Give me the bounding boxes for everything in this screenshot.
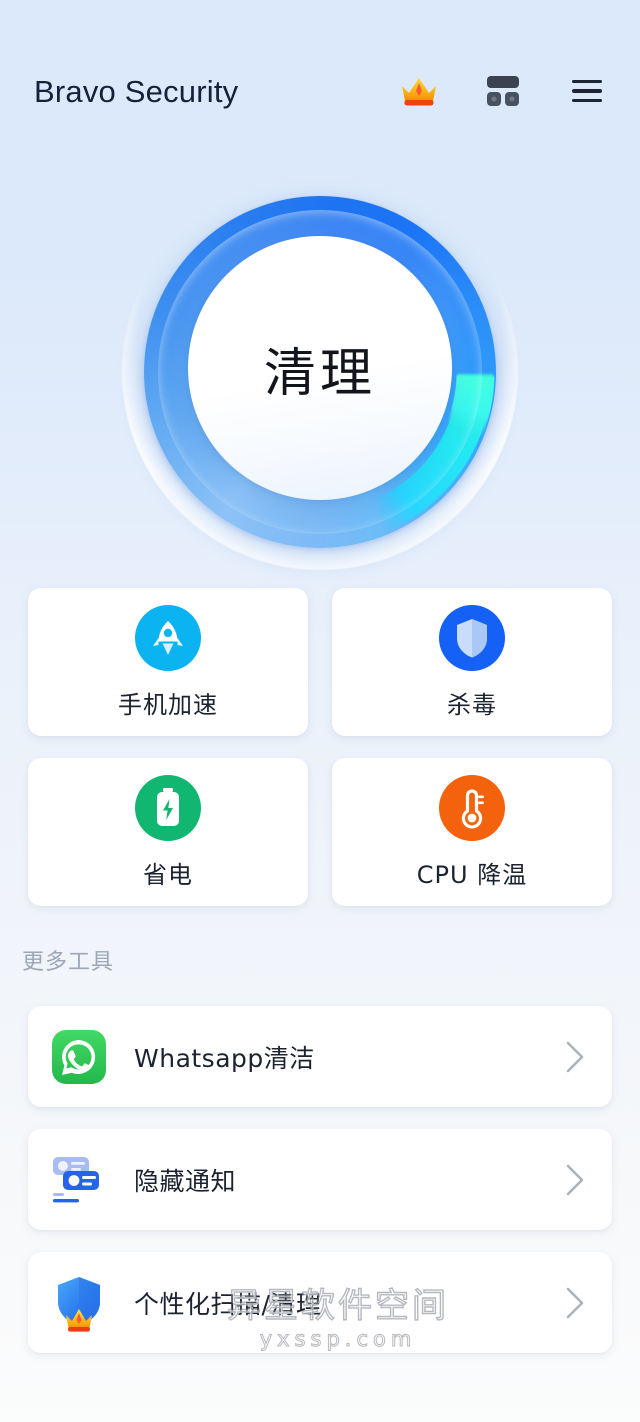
crown-icon[interactable] (398, 70, 440, 112)
shield-crown-icon (50, 1274, 108, 1332)
battery-bolt-icon (135, 774, 201, 841)
more-tools-list: Whatsapp清洁 隐藏通知 个性化扫描/清理 (28, 1006, 612, 1353)
chevron-right-icon (566, 1164, 584, 1195)
crown-icon-svg (402, 78, 436, 106)
hamburger-bar (572, 98, 602, 102)
more-tools-heading: 更多工具 (22, 950, 115, 975)
header-actions (398, 70, 608, 112)
quick-action-antivirus[interactable]: 杀毒 (332, 588, 612, 736)
clean-dial[interactable]: 清理 (122, 174, 518, 570)
whatsapp-icon (50, 1028, 108, 1086)
chevron-right-icon (566, 1041, 584, 1072)
clean-button-label: 清理 (263, 343, 376, 404)
tool-row-personalized-scan-clean[interactable]: 个性化扫描/清理 (28, 1252, 612, 1353)
quick-action-phone-boost[interactable]: 手机加速 (28, 588, 308, 736)
page-title: Bravo Security (34, 73, 239, 109)
rocket-icon-svg (153, 620, 183, 655)
clean-dial-section: 清理 (0, 172, 640, 572)
tool-label: 个性化扫描/清理 (134, 1289, 322, 1319)
quick-actions-grid: 手机加速 杀毒 省电 CPU 降温 (28, 588, 612, 906)
rocket-icon (135, 604, 201, 671)
hamburger-bar (572, 89, 602, 93)
hamburger-bars (572, 80, 602, 102)
thermometer-icon (439, 774, 505, 841)
quick-action-power-save[interactable]: 省电 (28, 758, 308, 906)
tool-row-hide-notifications[interactable]: 隐藏通知 (28, 1129, 612, 1230)
hamburger-bar (572, 80, 602, 84)
shield-icon-svg (457, 618, 487, 657)
app-header: Bravo Security (0, 0, 640, 160)
battery-bolt-icon-svg (157, 787, 179, 826)
chevron-right-icon (566, 1287, 584, 1318)
tool-label: 隐藏通知 (134, 1166, 237, 1196)
shield-crown-icon-svg (58, 1276, 100, 1332)
hide-notifications-icon (50, 1151, 108, 1209)
quick-action-label: 手机加速 (118, 690, 218, 719)
hamburger-menu-icon[interactable] (566, 70, 608, 112)
quick-action-label: 省电 (143, 860, 193, 889)
dashboard-grid-icon[interactable] (482, 70, 524, 112)
clean-button[interactable]: 清理 (188, 236, 452, 500)
thermometer-icon-svg (461, 788, 484, 828)
tool-row-whatsapp-clean[interactable]: Whatsapp清洁 (28, 1006, 612, 1107)
dashboard-grid-icon-svg (487, 76, 519, 106)
quick-action-cpu-cooler[interactable]: CPU 降温 (332, 758, 612, 906)
whatsapp-icon-svg (52, 1029, 106, 1084)
quick-action-label: 杀毒 (447, 690, 497, 719)
shield-icon (439, 604, 505, 671)
tool-label: Whatsapp清洁 (134, 1043, 315, 1073)
quick-action-label: CPU 降温 (416, 860, 528, 889)
hide-notifications-icon-svg (53, 1156, 99, 1202)
